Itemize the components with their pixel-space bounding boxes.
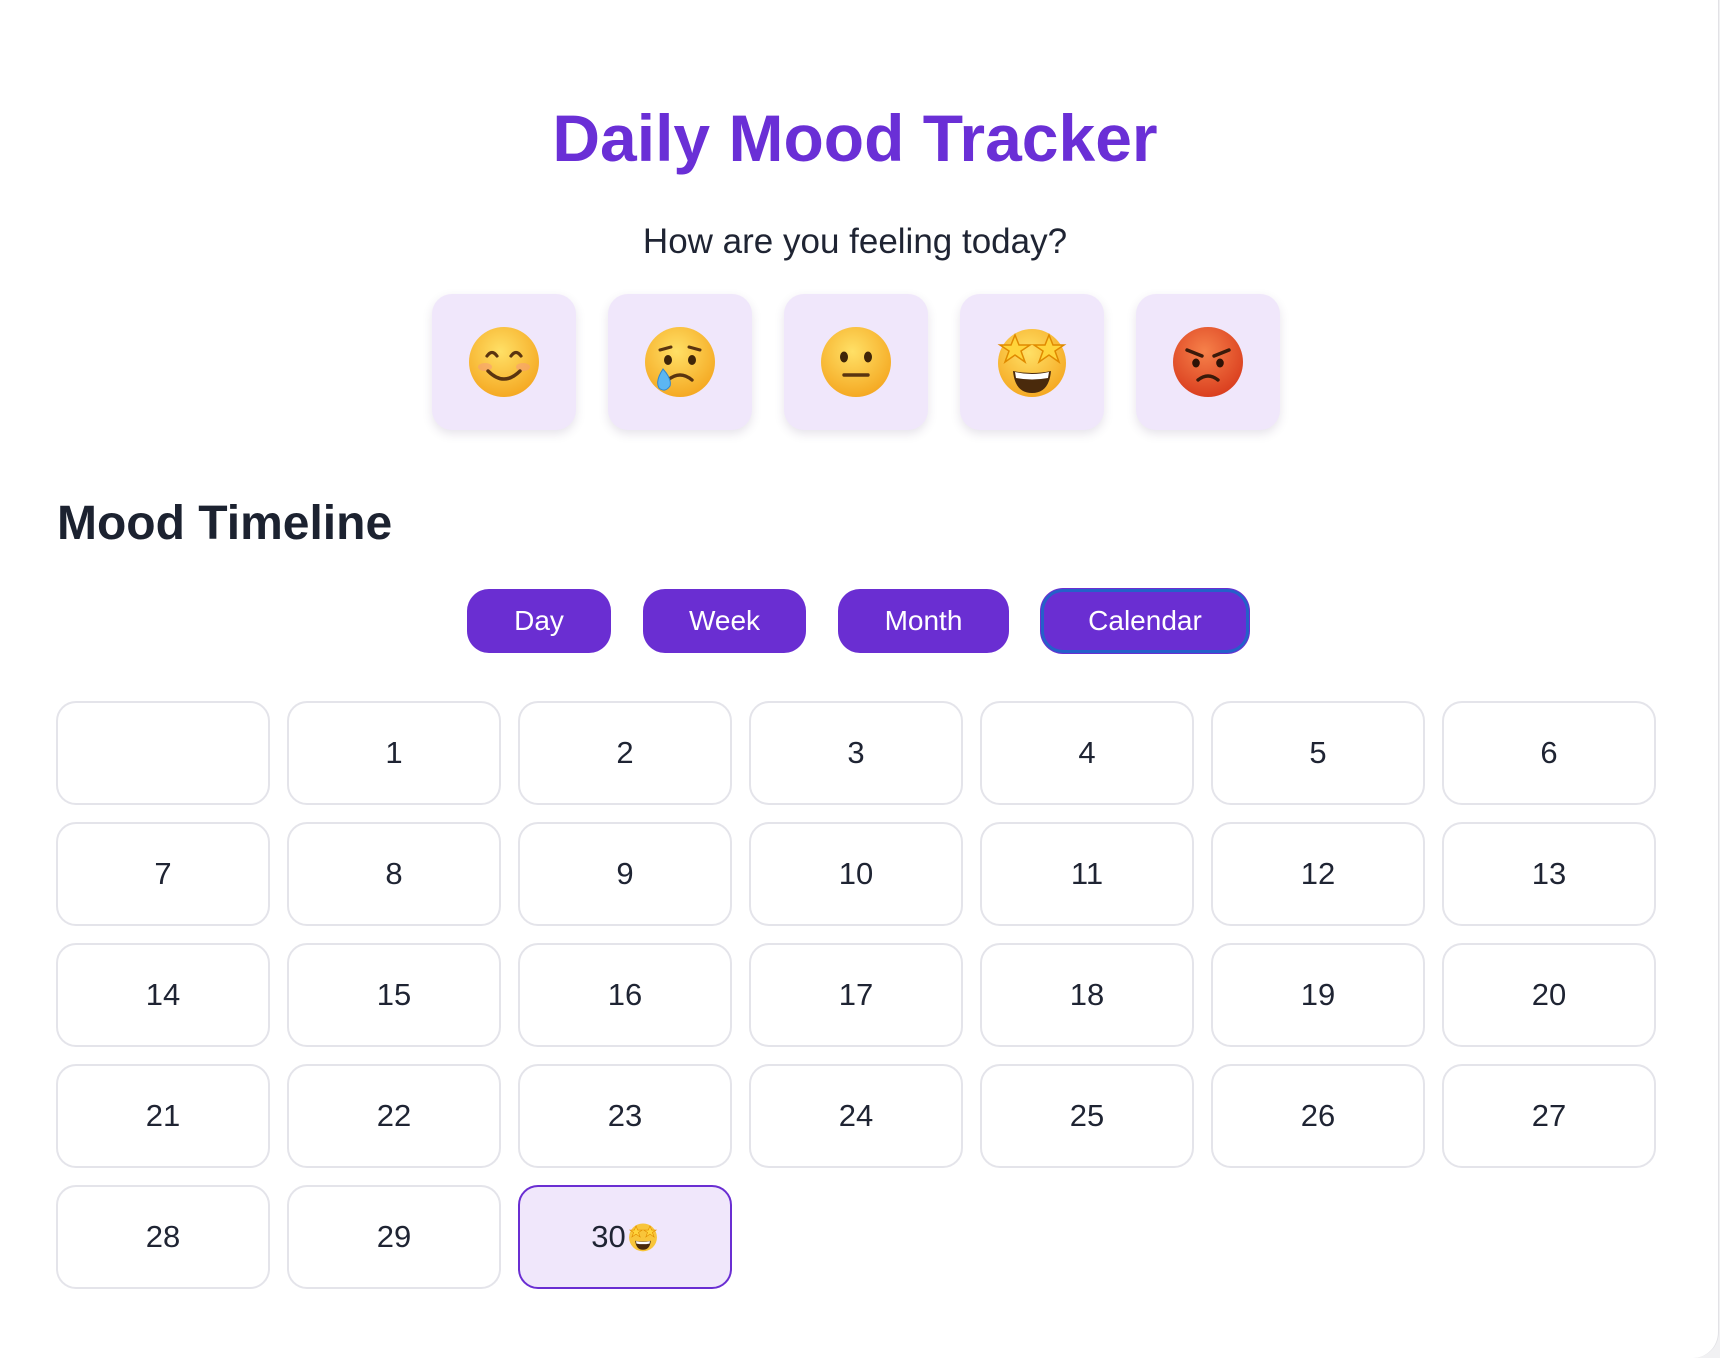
calendar-day-23[interactable]: 23 bbox=[518, 1064, 732, 1168]
calendar-day-5[interactable]: 5 bbox=[1211, 701, 1425, 805]
calendar-day-28[interactable]: 28 bbox=[56, 1185, 270, 1289]
calendar-day-24[interactable]: 24 bbox=[749, 1064, 963, 1168]
calendar-day-15[interactable]: 15 bbox=[287, 943, 501, 1047]
calendar-day-number: 14 bbox=[145, 977, 181, 1012]
calendar-day-number: 23 bbox=[607, 1098, 643, 1133]
calendar-day-number: 16 bbox=[607, 977, 643, 1012]
calendar-day-22[interactable]: 22 bbox=[287, 1064, 501, 1168]
smiling-face-icon bbox=[469, 327, 539, 397]
calendar-day-26[interactable]: 26 bbox=[1211, 1064, 1425, 1168]
calendar-day-number: 15 bbox=[376, 977, 412, 1012]
calendar-day-number: 5 bbox=[1309, 735, 1327, 770]
calendar-day-number: 19 bbox=[1300, 977, 1336, 1012]
calendar-day-1[interactable]: 1 bbox=[287, 701, 501, 805]
calendar-day-number: 4 bbox=[1078, 735, 1096, 770]
mood-button-excited[interactable] bbox=[960, 294, 1104, 430]
calendar-day-number: 9 bbox=[616, 856, 634, 891]
calendar-day-9[interactable]: 9 bbox=[518, 822, 732, 926]
view-month-button[interactable]: Month bbox=[838, 589, 1009, 653]
calendar-day-10[interactable]: 10 bbox=[749, 822, 963, 926]
calendar-day-7[interactable]: 7 bbox=[56, 822, 270, 926]
calendar-day-2[interactable]: 2 bbox=[518, 701, 732, 805]
calendar-day-number: 7 bbox=[154, 856, 172, 891]
calendar-day-12[interactable]: 12 bbox=[1211, 822, 1425, 926]
view-day-button[interactable]: Day bbox=[467, 589, 611, 653]
calendar-day-number: 6 bbox=[1540, 735, 1558, 770]
mood-tracker-card: Daily Mood Tracker How are you feeling t… bbox=[0, 0, 1719, 1358]
angry-face-icon bbox=[1173, 327, 1243, 397]
calendar-day-11[interactable]: 11 bbox=[980, 822, 1194, 926]
calendar-day-number: 28 bbox=[145, 1219, 181, 1254]
calendar-day-29[interactable]: 29 bbox=[287, 1185, 501, 1289]
calendar-day-number: 1 bbox=[385, 735, 403, 770]
calendar-day-number: 22 bbox=[376, 1098, 412, 1133]
calendar-day-number: 12 bbox=[1300, 856, 1336, 891]
calendar-day-13[interactable]: 13 bbox=[1442, 822, 1656, 926]
calendar-day-number: 27 bbox=[1531, 1098, 1567, 1133]
mood-button-happy[interactable] bbox=[432, 294, 576, 430]
calendar-day-21[interactable]: 21 bbox=[56, 1064, 270, 1168]
calendar-day-number: 20 bbox=[1531, 977, 1567, 1012]
view-week-button[interactable]: Week bbox=[643, 589, 806, 653]
calendar-empty-cell bbox=[56, 701, 270, 805]
calendar-day-8[interactable]: 8 bbox=[287, 822, 501, 926]
calendar-day-6[interactable]: 6 bbox=[1442, 701, 1656, 805]
calendar-day-number: 2 bbox=[616, 735, 634, 770]
mood-options bbox=[432, 294, 1280, 430]
mood-prompt: How are you feeling today? bbox=[642, 222, 1068, 261]
crying-face-icon bbox=[645, 327, 715, 397]
calendar-day-number: 24 bbox=[838, 1098, 874, 1133]
calendar-day-30[interactable]: 30 bbox=[518, 1185, 732, 1289]
calendar-day-20[interactable]: 20 bbox=[1442, 943, 1656, 1047]
calendar-day-number: 29 bbox=[376, 1219, 412, 1254]
calendar-day-27[interactable]: 27 bbox=[1442, 1064, 1656, 1168]
mood-button-sad[interactable] bbox=[608, 294, 752, 430]
calendar-day-number: 30 bbox=[591, 1219, 626, 1254]
calendar-day-17[interactable]: 17 bbox=[749, 943, 963, 1047]
calendar-day-number: 18 bbox=[1069, 977, 1105, 1012]
calendar-day-number: 21 bbox=[145, 1098, 181, 1133]
calendar-day-25[interactable]: 25 bbox=[980, 1064, 1194, 1168]
timeline-view-switcher: Day Week Month Calendar bbox=[467, 589, 1249, 653]
page-title: Daily Mood Tracker bbox=[552, 101, 1158, 175]
calendar-day-18[interactable]: 18 bbox=[980, 943, 1194, 1047]
calendar-day-4[interactable]: 4 bbox=[980, 701, 1194, 805]
calendar-day-number: 13 bbox=[1531, 856, 1567, 891]
calendar-day-number: 25 bbox=[1069, 1098, 1105, 1133]
calendar-day-16[interactable]: 16 bbox=[518, 943, 732, 1047]
calendar-day-number: 8 bbox=[385, 856, 403, 891]
calendar-day-14[interactable]: 14 bbox=[56, 943, 270, 1047]
neutral-face-icon bbox=[821, 327, 891, 397]
calendar-day-number: 10 bbox=[838, 856, 874, 891]
calendar-day-number: 11 bbox=[1070, 856, 1104, 891]
calendar-day-3[interactable]: 3 bbox=[749, 701, 963, 805]
calendar-grid: 1 2 3 4 5 6 7 8 9 10 11 12 13 14 15 16 17 18 19 20 21 22 23 24 2… bbox=[56, 701, 1656, 1289]
calendar-day-number: 17 bbox=[838, 977, 874, 1012]
star-struck-face-icon bbox=[628, 1223, 657, 1252]
calendar-day-number: 26 bbox=[1300, 1098, 1336, 1133]
timeline-title: Mood Timeline bbox=[57, 497, 393, 550]
mood-button-angry[interactable] bbox=[1136, 294, 1280, 430]
mood-button-neutral[interactable] bbox=[784, 294, 928, 430]
calendar-day-19[interactable]: 19 bbox=[1211, 943, 1425, 1047]
view-calendar-button[interactable]: Calendar bbox=[1041, 589, 1249, 653]
star-struck-face-icon bbox=[997, 329, 1067, 397]
calendar-day-number: 3 bbox=[847, 735, 865, 770]
